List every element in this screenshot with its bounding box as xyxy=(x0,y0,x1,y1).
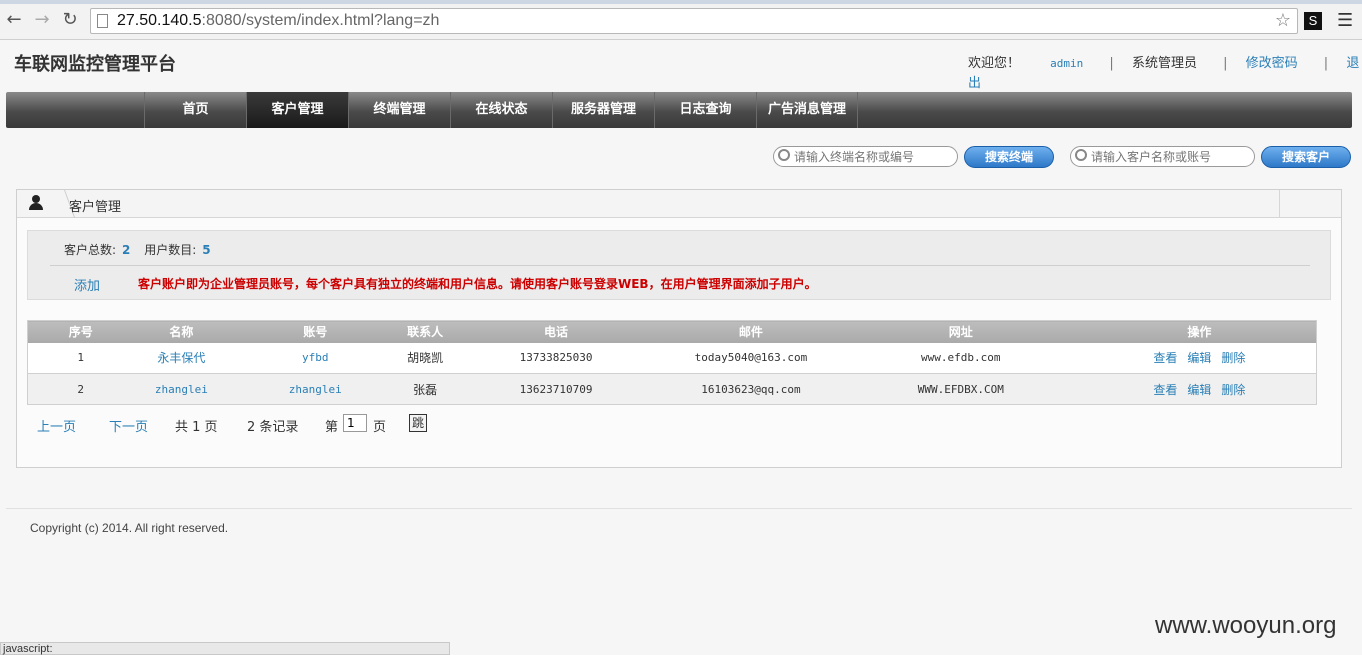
column-header: 序号 xyxy=(27,320,134,343)
nav-online-status[interactable]: 在线状态 xyxy=(450,92,552,128)
website-cell: WWW.EFDBX.COM xyxy=(838,373,1083,405)
welcome-text: 欢迎您！ xyxy=(968,56,1021,71)
actions-cell: 查看 编辑 删除 xyxy=(1082,342,1317,374)
url-host: 27.50.140.5 xyxy=(117,12,202,29)
delete-link[interactable]: 删除 xyxy=(1221,351,1245,365)
column-header: 电话 xyxy=(449,320,663,343)
page-number-input[interactable] xyxy=(343,414,367,432)
column-header: 联系人 xyxy=(401,320,450,343)
user-count: 5 xyxy=(202,243,211,257)
table-row: 2 zhanglei zhanglei 张磊 13623710709 16103… xyxy=(27,373,1317,405)
customer-search-input[interactable] xyxy=(1070,146,1255,167)
email-cell: 16103623@qq.com xyxy=(662,373,839,405)
user-icon xyxy=(29,195,43,211)
watermark: www.wooyun.org xyxy=(1155,612,1337,639)
site-title: 车联网监控管理平台 xyxy=(14,54,176,75)
logout-link-wrap[interactable]: 出 xyxy=(968,72,981,91)
role-text: 系统管理员 xyxy=(1131,56,1197,71)
info-box: 客户总数: 2 用户数目: 5 添加 客户账户即为企业管理员账号，每个客户具有独立的… xyxy=(27,230,1331,300)
column-header: 网址 xyxy=(838,320,1083,343)
customer-panel: 客户管理 客户总数: 2 用户数目: 5 添加 客户账户即为企业管理员账号，每个客户… xyxy=(16,189,1342,468)
customer-count-label: 客户总数: xyxy=(64,243,117,257)
total-records: 2 条记录 xyxy=(247,420,299,435)
row-number: 2 xyxy=(27,373,134,405)
panel-header: 客户管理 xyxy=(17,190,1341,218)
panel-title: 客户管理 xyxy=(69,200,122,215)
account-link[interactable]: zhanglei xyxy=(229,373,402,405)
address-bar[interactable]: 27.50.140.5:8080/system/index.html?lang=… xyxy=(90,8,1298,34)
edit-link[interactable]: 编辑 xyxy=(1187,351,1211,365)
prev-page-link[interactable]: 上一页 xyxy=(37,416,76,435)
search-icon xyxy=(778,149,790,161)
status-bar: javascript: xyxy=(0,642,450,655)
stats-line: 客户总数: 2 用户数目: 5 xyxy=(64,241,221,258)
nav-ad-message-management[interactable]: 广告消息管理 xyxy=(756,92,858,128)
browser-toolbar: ← → ↻ 27.50.140.5:8080/system/index.html… xyxy=(0,0,1362,40)
table-header-row: 序号 名称 账号 联系人 电话 邮件 网址 操作 xyxy=(27,320,1317,343)
username-link[interactable]: admin xyxy=(1050,57,1083,70)
user-count-label: 用户数目: xyxy=(144,243,197,257)
nav-home[interactable]: 首页 xyxy=(144,92,246,128)
contact-cell: 张磊 xyxy=(401,373,450,405)
customer-name-link[interactable]: 永丰保代 xyxy=(133,342,230,374)
search-customer-button[interactable]: 搜索客户 xyxy=(1261,146,1351,168)
edit-link[interactable]: 编辑 xyxy=(1187,383,1211,397)
main-nav: 首页 客户管理 终端管理 在线状态 服务器管理 日志查询 广告消息管理 xyxy=(6,92,1352,128)
phone-cell: 13733825030 xyxy=(449,342,663,374)
change-password-link[interactable]: 修改密码 xyxy=(1246,56,1298,71)
terminal-search-input[interactable] xyxy=(773,146,958,167)
view-link[interactable]: 查看 xyxy=(1153,383,1177,397)
nav-log-query[interactable]: 日志查询 xyxy=(654,92,756,128)
separator: | xyxy=(1323,56,1329,71)
table-row: 1 永丰保代 yfbd 胡晓凯 13733825030 today5040@16… xyxy=(27,342,1317,374)
nav-server-management[interactable]: 服务器管理 xyxy=(552,92,654,128)
tab-strip xyxy=(0,0,1362,4)
actions-cell: 查看 编辑 删除 xyxy=(1082,373,1317,405)
page-suffix: 页 xyxy=(373,420,387,435)
column-header: 账号 xyxy=(229,320,402,343)
divider xyxy=(50,265,1310,266)
search-icon xyxy=(1075,149,1087,161)
page-icon xyxy=(97,14,108,28)
contact-cell: 胡晓凯 xyxy=(401,342,450,374)
nav-terminal-management[interactable]: 终端管理 xyxy=(348,92,450,128)
next-page-link[interactable]: 下一页 xyxy=(109,416,148,435)
customer-name-link[interactable]: zhanglei xyxy=(133,373,230,405)
notice-text: 客户账户即为企业管理员账号，每个客户具有独立的终端和用户信息。请使用客户账号登录… xyxy=(138,277,817,291)
panel-header-right xyxy=(1279,190,1341,218)
phone-cell: 13623710709 xyxy=(449,373,663,405)
reload-icon[interactable]: ↻ xyxy=(60,10,80,30)
customer-table: 序号 名称 账号 联系人 电话 邮件 网址 操作 1 永丰保代 yfbd 胡晓凯… xyxy=(27,320,1317,405)
column-header: 名称 xyxy=(133,320,230,343)
extension-icon[interactable]: S xyxy=(1304,12,1322,30)
total-pages: 共 1 页 xyxy=(175,420,218,435)
back-arrow-icon[interactable]: ← xyxy=(4,10,24,30)
separator: | xyxy=(1223,56,1228,71)
nav-customer-management[interactable]: 客户管理 xyxy=(246,92,348,128)
email-cell: today5040@163.com xyxy=(662,342,839,374)
page-prefix: 第 xyxy=(325,420,339,435)
bookmark-star-icon[interactable]: ☆ xyxy=(1275,10,1291,31)
forward-arrow-icon[interactable]: → xyxy=(32,10,52,30)
account-link[interactable]: yfbd xyxy=(229,342,402,374)
go-button[interactable]: 跳 xyxy=(409,414,427,432)
separator: | xyxy=(1109,56,1114,71)
user-bar: 欢迎您！ admin | 系统管理员 | 修改密码 | 退 xyxy=(968,52,1362,71)
search-terminal-button[interactable]: 搜索终端 xyxy=(964,146,1054,168)
column-header: 操作 xyxy=(1082,320,1317,343)
logout-link[interactable]: 退 xyxy=(1346,56,1359,71)
copyright: Copyright (c) 2014. All right reserved. xyxy=(30,521,229,535)
browser-menu-icon[interactable]: ☰ xyxy=(1337,10,1353,31)
add-customer-link[interactable]: 添加 xyxy=(74,275,100,294)
url-text: 27.50.140.5:8080/system/index.html?lang=… xyxy=(117,12,439,30)
column-header: 邮件 xyxy=(662,320,839,343)
view-link[interactable]: 查看 xyxy=(1153,351,1177,365)
website-cell: www.efdb.com xyxy=(838,342,1083,374)
customer-count: 2 xyxy=(122,243,131,257)
url-path: :8080/system/index.html?lang=zh xyxy=(201,12,440,29)
footer-divider xyxy=(6,508,1352,509)
row-number: 1 xyxy=(27,342,134,374)
delete-link[interactable]: 删除 xyxy=(1221,383,1245,397)
